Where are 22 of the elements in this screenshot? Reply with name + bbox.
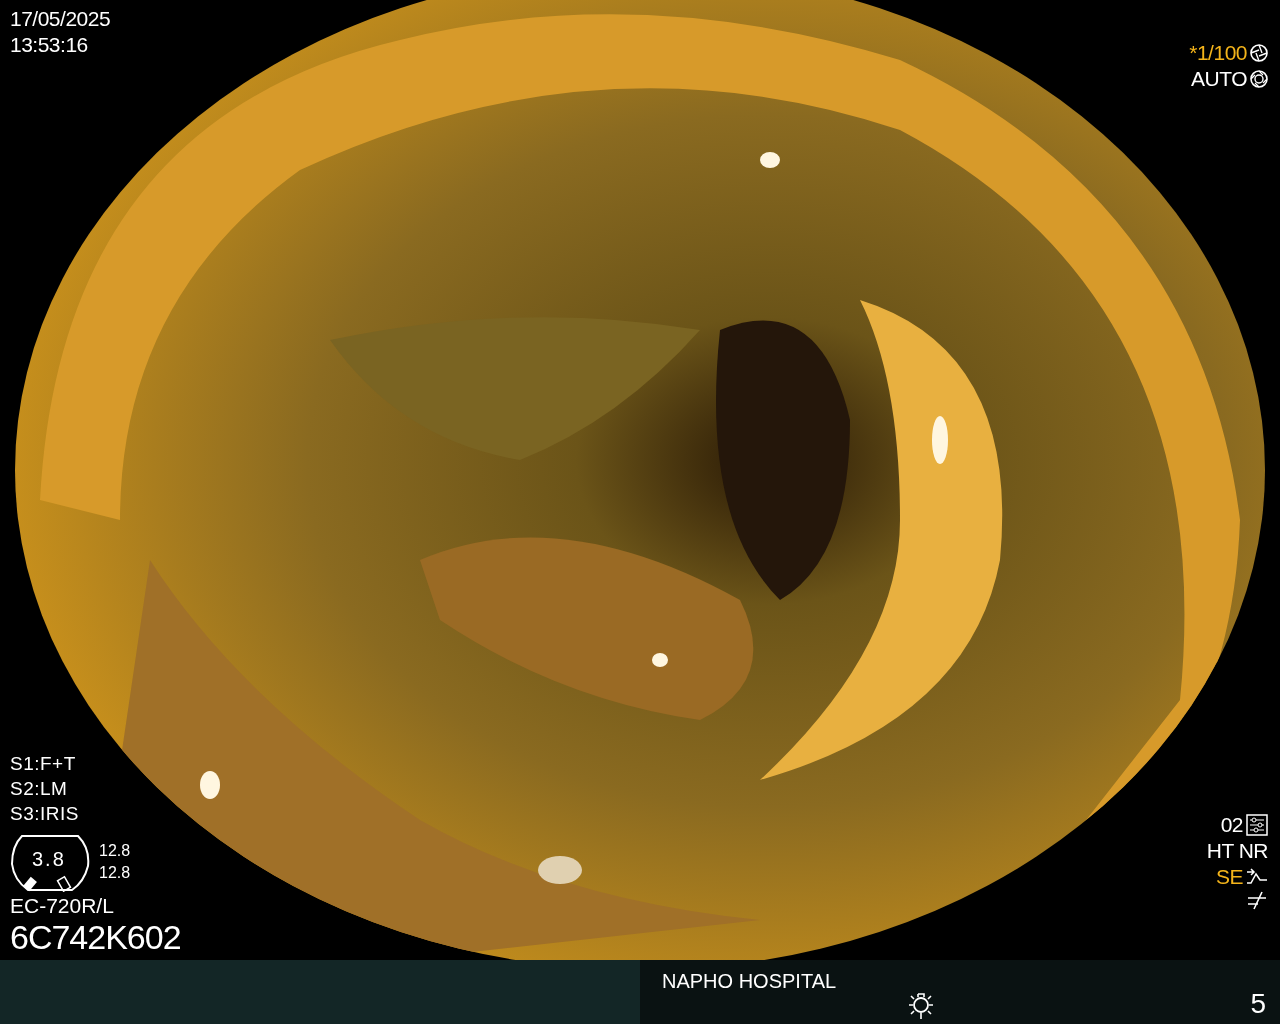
date-text: 17/05/2025 (10, 6, 112, 32)
curve-icon (1246, 868, 1268, 886)
aperture-icon (1250, 44, 1268, 62)
gauge-reading: 12.8 (99, 841, 131, 861)
switch-setting: S1:F+T (10, 753, 76, 774)
scope-serial: 6C742K602 (10, 918, 181, 956)
aperture-icon (1250, 70, 1268, 88)
hospital-name: NAPHO HOSPITAL (662, 970, 837, 994)
switch-setting: S2:LM (10, 778, 68, 799)
preset-number: 02 (1220, 812, 1243, 838)
exposure-mode: AUTO (1191, 66, 1247, 92)
shutter-speed: *1/100 (1189, 40, 1247, 66)
gauge-value: 3.8 (32, 848, 66, 871)
enhancement-mode: SE (1216, 864, 1243, 890)
time-text: 13:53:16 (10, 32, 89, 58)
gauge-reading: 12.8 (99, 863, 131, 883)
image-modes: HT NR (1206, 838, 1268, 864)
scope-model: EC-720R/L (10, 894, 115, 918)
switch-setting: S3:IRIS (10, 803, 79, 824)
sliders-icon (1246, 814, 1268, 836)
page-number: 5 (1250, 988, 1266, 1021)
not-equal-icon (1246, 890, 1268, 910)
